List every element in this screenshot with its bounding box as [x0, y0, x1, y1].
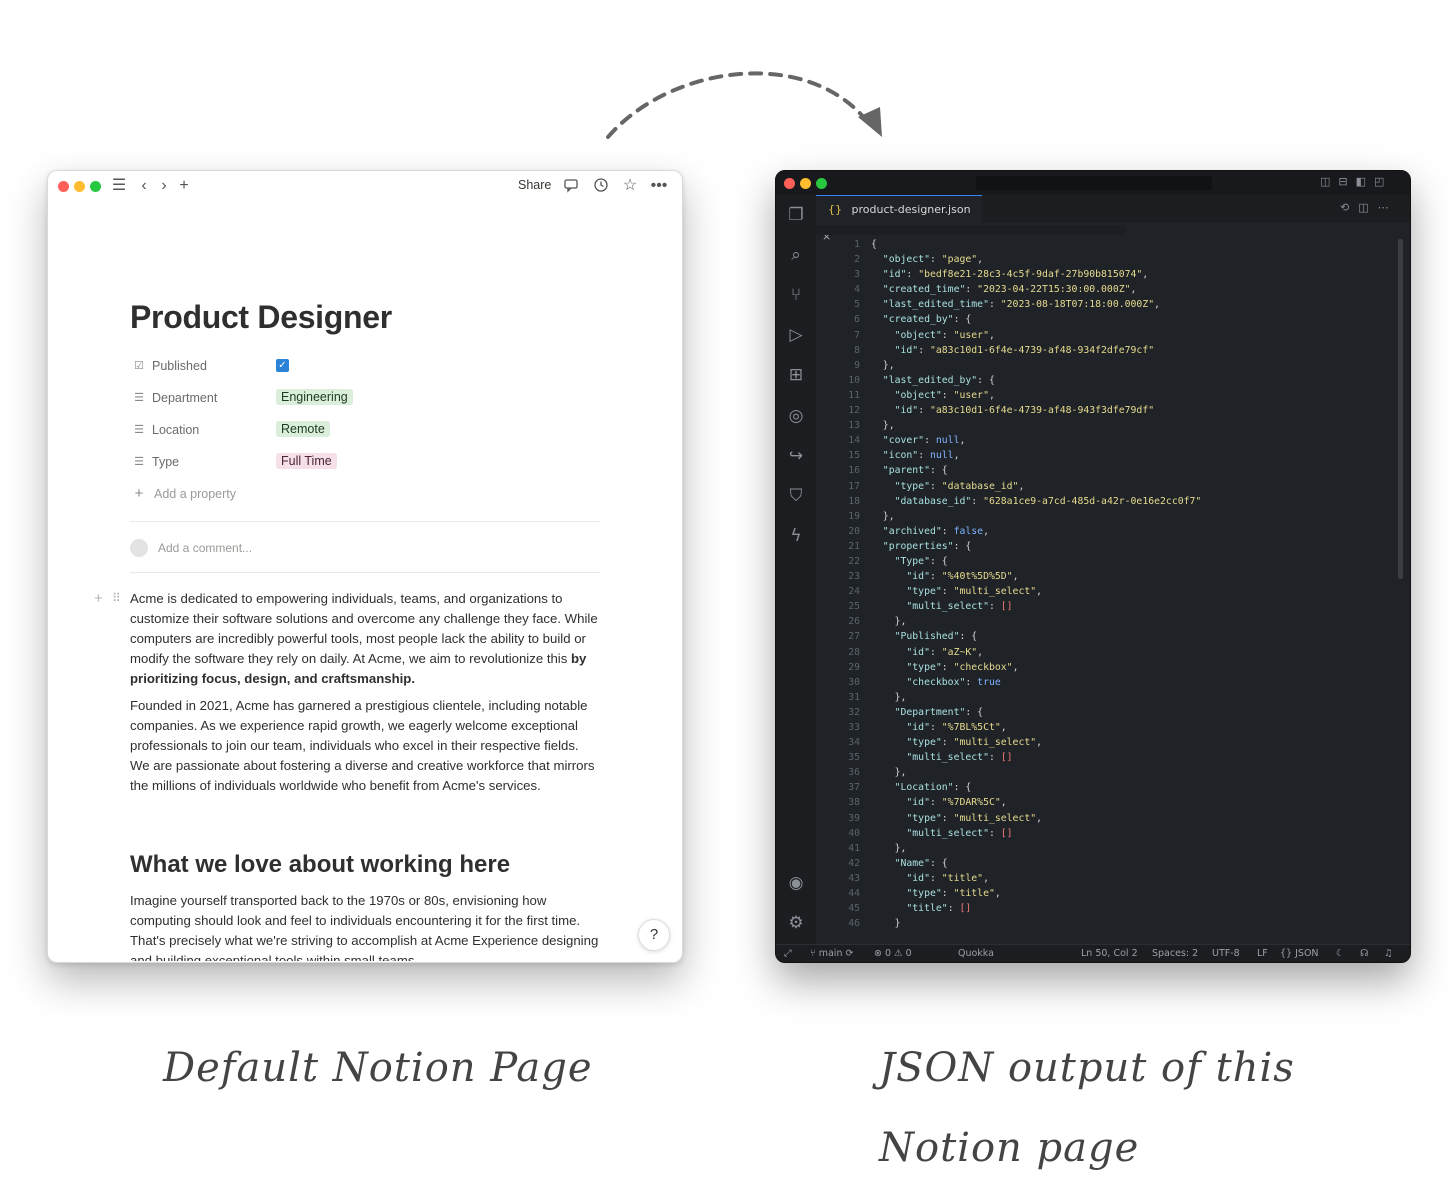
account-icon[interactable]: ◉ — [784, 871, 808, 895]
curved-arrow-icon — [606, 71, 882, 139]
close-window-button[interactable] — [784, 178, 795, 189]
section-heading[interactable]: What we love about working here — [130, 851, 510, 879]
source-control-icon[interactable]: ⑂ — [784, 283, 808, 307]
editor-scrollbar[interactable] — [1398, 239, 1403, 579]
checkbox-icon: ☑ — [134, 360, 144, 372]
property-location[interactable]: ☰ Location Remote — [132, 420, 592, 442]
json-file-icon: {} — [828, 203, 842, 216]
status-bar: ⤢ ⑂ main ⟳ ⊗ 0 ⚠ 0 Quokka Ln 50, Col 2 S… — [776, 944, 1410, 962]
plus-icon: + — [134, 485, 144, 502]
extensions-icon[interactable]: ⊞ — [784, 363, 808, 387]
lightning-icon[interactable]: ϟ — [784, 524, 808, 548]
property-type[interactable]: ☰ Type Full Time — [132, 452, 592, 474]
avatar — [130, 539, 148, 557]
back-icon[interactable]: ‹ — [135, 177, 153, 195]
paragraph-imagine[interactable]: Imagine yourself transported back to the… — [130, 891, 600, 961]
layout-controls-icon[interactable]: ◫⊟◧◰ — [1320, 175, 1392, 188]
search-icon[interactable]: ⌕ — [784, 243, 808, 267]
activity-bar — [776, 195, 816, 945]
list-icon: ☰ — [134, 424, 144, 436]
list-icon: ☰ — [134, 456, 144, 468]
branch-icon: ⑂ — [810, 948, 819, 959]
paragraph-intro[interactable]: Acme is dedicated to empowering individu… — [130, 589, 600, 689]
forward-icon[interactable]: › — [155, 177, 173, 195]
published-checkbox[interactable]: ✓ — [276, 359, 289, 372]
drag-handle-icon[interactable]: ⠿ — [112, 591, 121, 605]
copilot-icon[interactable]: ☾ — [1336, 945, 1345, 962]
minimize-window-button[interactable] — [800, 178, 811, 189]
type-tag[interactable]: Full Time — [276, 453, 337, 469]
breadcrumb[interactable] — [816, 225, 1126, 235]
language-mode[interactable]: {} JSON — [1280, 945, 1319, 962]
remote-icon[interactable]: ↪ — [784, 444, 808, 468]
history-icon[interactable] — [592, 177, 610, 195]
testing-icon[interactable]: ◎ — [784, 404, 808, 428]
vscode-window: ◫⊟◧◰ ❐ ⌕ ⑂ ▷ ⊞ ◎ ↪ ⛉ ϟ ◉ ⚙ {} product-de… — [775, 170, 1411, 963]
paragraph-founded[interactable]: Founded in 2021, Acme has garnered a pre… — [130, 696, 600, 796]
feedback-icon[interactable]: ☊ — [1360, 945, 1368, 962]
encoding[interactable]: UTF-8 — [1212, 945, 1240, 962]
tab-label: product-designer.json — [851, 203, 971, 216]
divider — [130, 572, 600, 573]
git-branch[interactable]: ⑂ main ⟳ — [810, 945, 854, 962]
divider — [130, 521, 600, 522]
property-label: Type — [152, 455, 180, 469]
star-icon[interactable]: ☆ — [621, 177, 639, 195]
end-of-line[interactable]: LF — [1257, 945, 1268, 962]
indentation[interactable]: Spaces: 2 — [1152, 945, 1198, 962]
comment-input[interactable]: Add a comment... — [158, 541, 252, 555]
property-label: Department — [152, 391, 218, 405]
department-tag[interactable]: Engineering — [276, 389, 353, 405]
maximize-window-button[interactable] — [816, 178, 827, 189]
location-tag[interactable]: Remote — [276, 421, 330, 437]
cursor-position[interactable]: Ln 50, Col 2 — [1081, 945, 1138, 962]
property-department[interactable]: ☰ Department Engineering — [132, 388, 592, 410]
page-title[interactable]: Product Designer — [130, 299, 392, 336]
editor-actions-icon[interactable]: ⟲◫⋯ — [1340, 201, 1398, 214]
notion-window: ☰ ‹ › + Share ☆ ••• Product Designer ☑ P… — [47, 170, 683, 963]
comment-icon[interactable] — [562, 177, 580, 195]
paragraph-text: Acme is dedicated to empowering individu… — [130, 591, 598, 666]
caption-right-line2: Notion page — [879, 1125, 1140, 1171]
run-debug-icon[interactable]: ▷ — [784, 323, 808, 347]
minimize-window-button[interactable] — [74, 181, 85, 192]
maximize-window-button[interactable] — [90, 181, 101, 192]
close-window-button[interactable] — [58, 181, 69, 192]
share-button[interactable]: Share — [518, 178, 551, 192]
command-center[interactable] — [976, 176, 1212, 190]
menu-icon[interactable]: ☰ — [110, 177, 128, 195]
sync-icon: ⟳ — [845, 948, 854, 959]
property-label: Location — [152, 423, 200, 437]
add-property-label: Add a property — [154, 487, 236, 501]
list-icon: ☰ — [134, 392, 144, 404]
bookmark-icon[interactable]: ⛉ — [784, 484, 808, 508]
branch-name: main — [818, 948, 843, 959]
help-button[interactable]: ? — [638, 919, 670, 951]
add-block-icon[interactable]: + — [94, 590, 103, 607]
code-editor[interactable]: { "object": "page", "id": "bedf8e21-28c3… — [871, 237, 1201, 931]
add-property-button[interactable]: + Add a property — [132, 484, 592, 506]
caption-left: Default Notion Page — [163, 1045, 593, 1091]
caption-right-line1: JSON output of this — [879, 1045, 1295, 1091]
more-options-icon[interactable]: ••• — [650, 177, 668, 195]
property-published[interactable]: ☑ Published ✓ — [132, 356, 592, 378]
property-label: Published — [152, 359, 207, 373]
new-page-icon[interactable]: + — [175, 177, 193, 195]
tab-product-designer-json[interactable]: {} product-designer.json × — [816, 195, 982, 243]
explorer-icon[interactable]: ❐ — [784, 203, 808, 227]
quokka-status[interactable]: Quokka — [958, 945, 994, 962]
remote-indicator-icon[interactable]: ⤢ — [784, 945, 792, 962]
problems-indicator[interactable]: ⊗ 0 ⚠ 0 — [874, 945, 912, 962]
line-numbers: 1 2 3 4 5 6 7 8 9 10 11 12 13 14 15 16 17 18 19 20 21 22 23 24 2… — [848, 239, 860, 930]
settings-gear-icon[interactable]: ⚙ — [784, 911, 808, 935]
notifications-bell-icon[interactable]: ♫ — [1384, 945, 1393, 962]
